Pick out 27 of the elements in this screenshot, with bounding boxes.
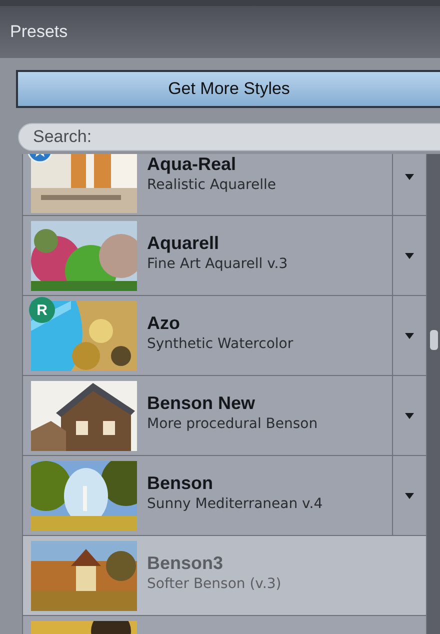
caret-icon bbox=[405, 332, 414, 338]
caret-icon bbox=[405, 174, 414, 180]
caret-icon bbox=[405, 252, 414, 258]
preset-item[interactable]: Benson Sunny Mediterranean v.4 bbox=[22, 456, 427, 536]
preset-description: More procedural Benson bbox=[147, 416, 319, 432]
panel-title: Presets bbox=[10, 22, 68, 42]
preset-description: Realistic Aquarelle bbox=[147, 177, 278, 193]
preset-item[interactable]: Aquarell Fine Art Aquarell v.3 bbox=[22, 216, 427, 296]
letter-badge: R bbox=[29, 297, 55, 323]
preset-description: Sunny Mediterranean v.4 bbox=[147, 496, 324, 512]
preset-item[interactable]: Aqua-Real Realistic Aquarelle bbox=[22, 154, 427, 216]
preset-title: Benson New bbox=[147, 393, 256, 414]
preset-description: Softer Benson (v.3) bbox=[147, 576, 282, 592]
scrollbar[interactable] bbox=[427, 154, 440, 634]
preset-title: Benson3 bbox=[147, 553, 224, 574]
preset-description: Synthetic Watercolor bbox=[147, 336, 294, 352]
preset-item[interactable]: R Azo Synthetic Watercolor bbox=[22, 296, 427, 376]
preset-description: Fine Art Aquarell v.3 bbox=[147, 256, 289, 272]
preset-title: Azo bbox=[147, 313, 181, 334]
preset-title: Benson bbox=[147, 473, 214, 494]
caret-icon bbox=[405, 412, 414, 418]
get-more-styles-button[interactable]: Get More Styles bbox=[16, 70, 440, 108]
caret-icon bbox=[405, 492, 414, 498]
search-field[interactable]: Search: bbox=[18, 123, 440, 151]
preset-item[interactable]: Benson New More procedural Benson bbox=[22, 376, 427, 456]
preset-title: Aquarell bbox=[147, 233, 220, 254]
preset-title: Aqua-Real bbox=[147, 154, 238, 175]
